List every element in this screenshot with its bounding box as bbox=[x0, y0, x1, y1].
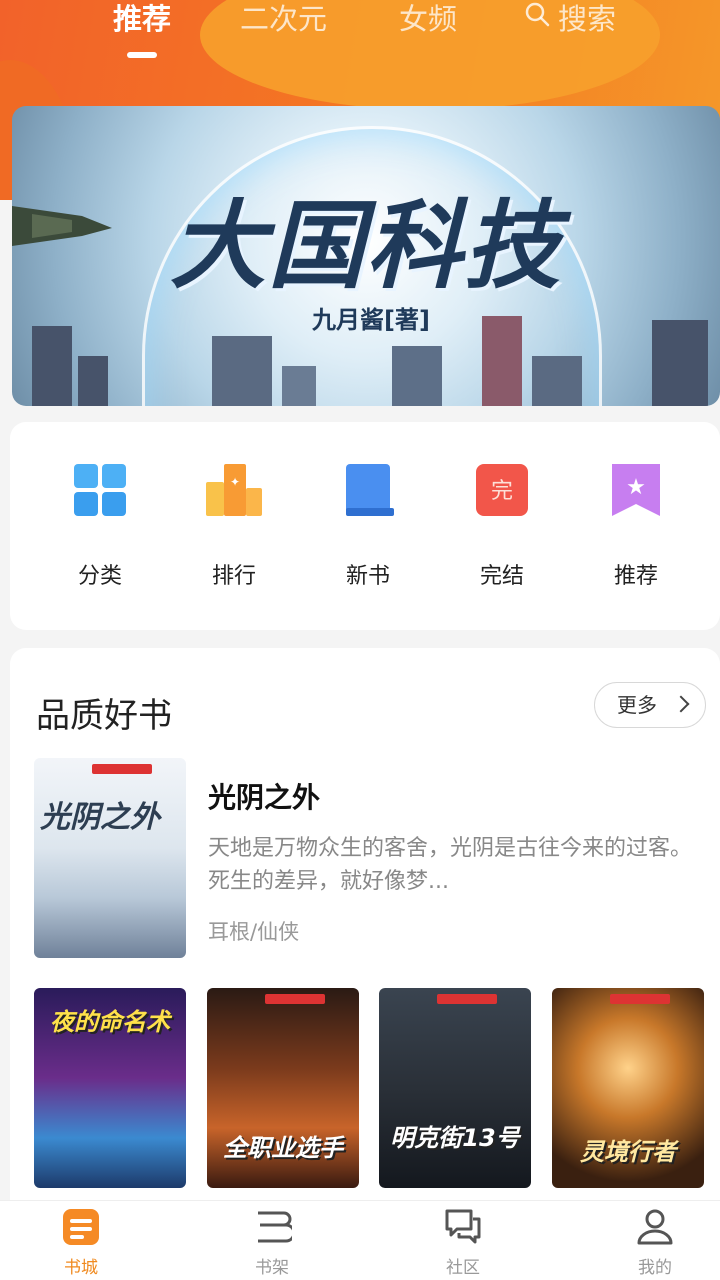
search-icon bbox=[525, 2, 550, 27]
nav-label: 书城 bbox=[64, 1258, 98, 1278]
svg-text:完: 完 bbox=[491, 479, 513, 504]
bookshelf-icon bbox=[252, 1207, 296, 1247]
promo-banner[interactable]: 大国科技 九月酱[著] bbox=[12, 106, 720, 406]
quick-nav-label: 完结 bbox=[479, 564, 524, 589]
publisher-badge bbox=[610, 994, 670, 1004]
cover-title: 光阴之外 bbox=[40, 800, 160, 835]
quick-nav-label: 排行 bbox=[211, 564, 256, 589]
complete-stamp-icon: 完 bbox=[470, 458, 534, 522]
chat-bubbles-icon bbox=[443, 1207, 483, 1247]
top-tab-bar: 推荐 二次元 女频 搜索 bbox=[0, 0, 720, 70]
publisher-badge bbox=[92, 764, 152, 774]
featured-book-description: 天地是万物众生的客舍，光阴是古往今来的过客。 死生的差异，就好像梦... bbox=[208, 836, 693, 894]
quick-nav-recommend[interactable]: ★ 推荐 bbox=[586, 458, 686, 590]
nav-bookstore[interactable]: 书城 bbox=[21, 1207, 141, 1278]
active-tab-indicator bbox=[127, 52, 157, 58]
cover-title: 夜的命名术 bbox=[50, 1008, 170, 1036]
more-button[interactable]: 更多 bbox=[594, 682, 706, 728]
nav-bookshelf[interactable]: 书架 bbox=[212, 1207, 332, 1278]
featured-book-title[interactable]: 光阴之外 bbox=[208, 776, 320, 816]
bookstore-icon bbox=[61, 1207, 101, 1247]
cover-title: 灵境行者 bbox=[580, 1138, 676, 1166]
bottom-navigation: 书城 书架 社区 我的 bbox=[0, 1200, 720, 1280]
nav-label: 社区 bbox=[446, 1258, 480, 1278]
quality-books-section: 品质好书 更多 光阴之外 光阴之外 天地是万物众生的客舍，光阴是古往今来的过客。… bbox=[10, 648, 720, 1208]
book-icon bbox=[336, 458, 400, 522]
chevron-right-icon bbox=[672, 695, 690, 713]
nav-profile[interactable]: 我的 bbox=[595, 1207, 715, 1278]
nav-label: 书架 bbox=[255, 1258, 289, 1278]
publisher-badge bbox=[437, 994, 497, 1004]
quick-nav-label: 新书 bbox=[345, 564, 390, 589]
nav-label: 我的 bbox=[638, 1258, 672, 1278]
featured-book-meta: 耳根/仙侠 bbox=[208, 920, 300, 944]
banner-title: 大国科技 bbox=[170, 190, 562, 302]
quick-nav-ranking[interactable]: ✦ 排行 bbox=[184, 458, 284, 590]
quick-nav-label: 分类 bbox=[77, 564, 122, 589]
tab-search-label: 搜索 bbox=[558, 2, 617, 36]
book-cover[interactable]: 明克街13号 bbox=[379, 988, 531, 1188]
cover-title: 全职业选手 bbox=[223, 1134, 343, 1162]
quick-nav-label: 推荐 bbox=[613, 564, 658, 589]
grid-icon bbox=[68, 458, 132, 522]
tab-female[interactable]: 女频 bbox=[399, 0, 457, 40]
tab-search[interactable]: 搜索 bbox=[524, 0, 616, 40]
podium-icon: ✦ bbox=[202, 458, 266, 522]
svg-text:★: ★ bbox=[626, 475, 646, 500]
section-title: 品质好书 bbox=[36, 696, 172, 736]
tab-recommend[interactable]: 推荐 bbox=[113, 0, 171, 40]
book-cover[interactable]: 夜的命名术 bbox=[34, 988, 186, 1188]
publisher-badge bbox=[265, 994, 325, 1004]
user-icon bbox=[635, 1207, 675, 1247]
featured-book-cover[interactable]: 光阴之外 bbox=[34, 758, 186, 958]
svg-text:✦: ✦ bbox=[230, 475, 240, 489]
book-cover[interactable]: 灵境行者 bbox=[552, 988, 704, 1188]
book-cover[interactable]: 全职业选手 bbox=[207, 988, 359, 1188]
quick-nav-category[interactable]: 分类 bbox=[50, 458, 150, 590]
tab-anime[interactable]: 二次元 bbox=[240, 0, 327, 40]
cover-title: 明克街13号 bbox=[390, 1124, 520, 1152]
more-label: 更多 bbox=[617, 693, 657, 717]
bookmark-star-icon: ★ bbox=[604, 458, 668, 522]
quick-nav-completed[interactable]: 完 完结 bbox=[452, 458, 552, 590]
nav-community[interactable]: 社区 bbox=[403, 1207, 523, 1278]
quick-nav-new-books[interactable]: 新书 bbox=[318, 458, 418, 590]
quick-nav-card: 分类 ✦ 排行 新书 完 完结 ★ 推荐 bbox=[10, 422, 720, 630]
banner-author: 九月酱[著] bbox=[312, 306, 430, 334]
